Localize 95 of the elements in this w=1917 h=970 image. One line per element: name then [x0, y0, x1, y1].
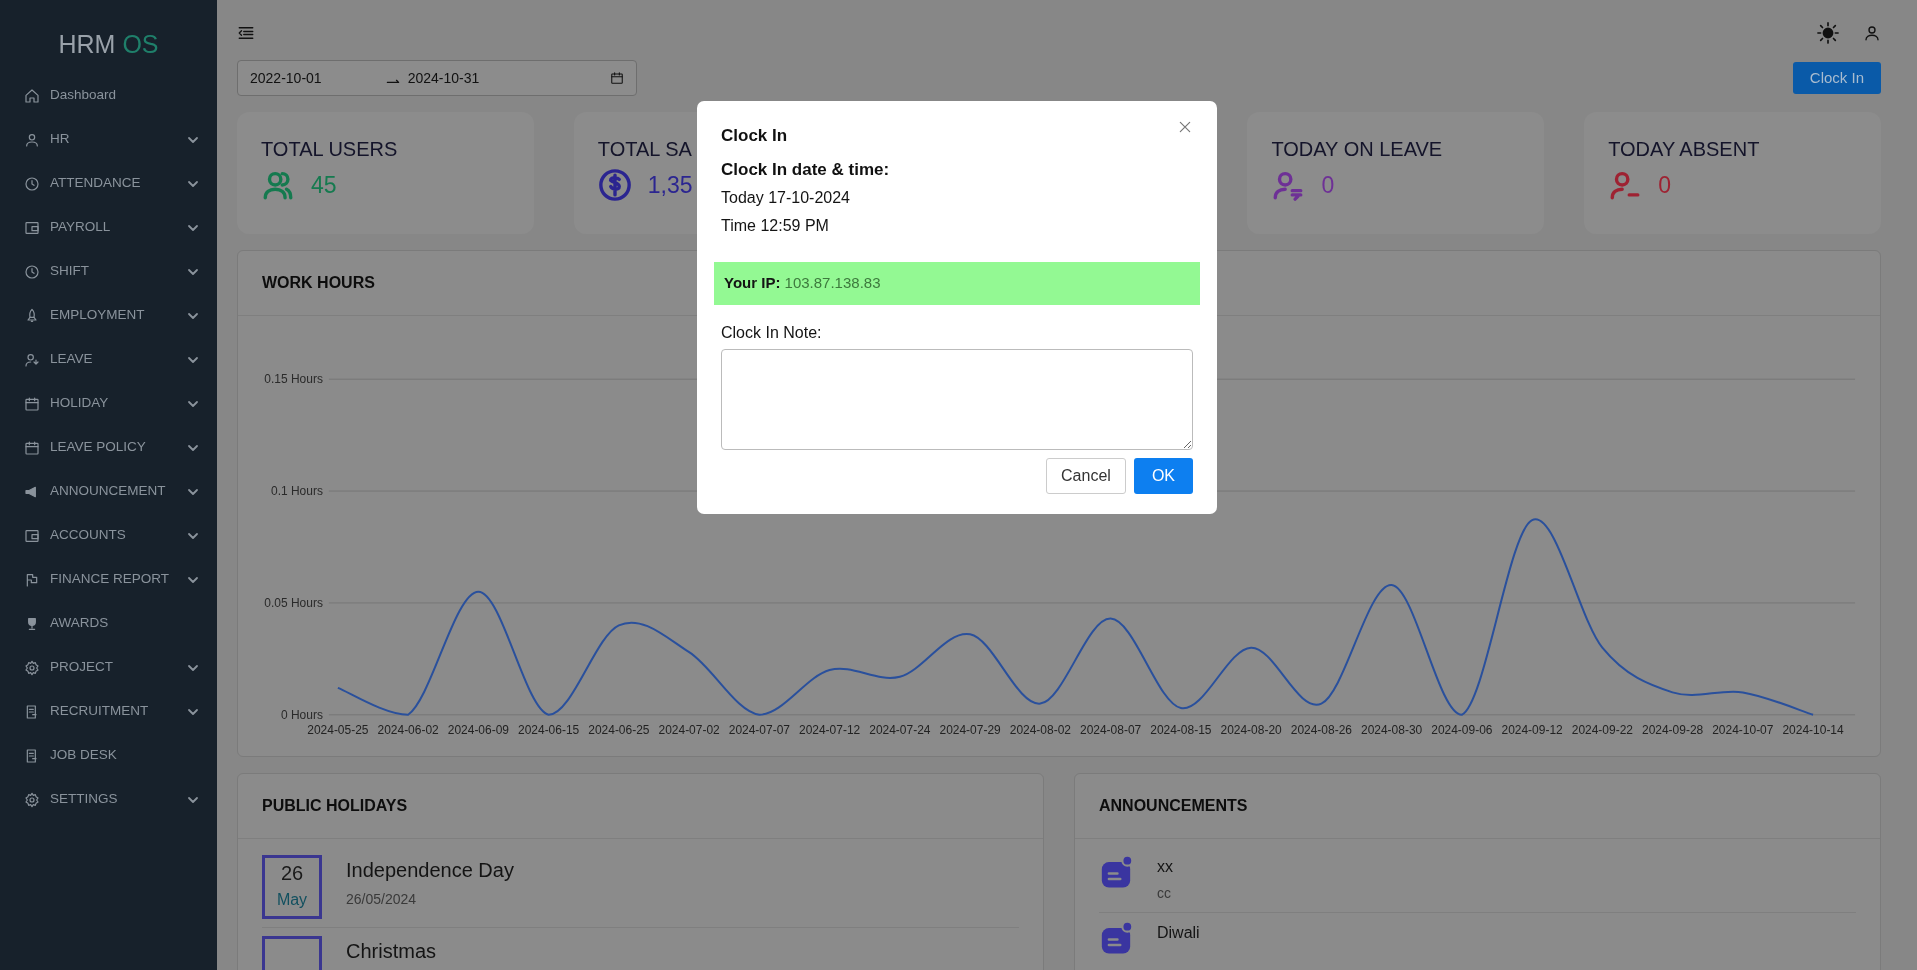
- axis-label: 2024-08-30: [1361, 722, 1423, 737]
- sidebar-item[interactable]: ANNOUNCEMENT: [0, 469, 217, 514]
- axis-label: 2024-08-07: [1080, 722, 1142, 737]
- clock-in-button[interactable]: Clock In: [1792, 61, 1881, 95]
- stat-value: 45: [311, 171, 337, 200]
- clock-in-time: Time 12:59 PM: [721, 216, 830, 236]
- sidebar-item[interactable]: SHIFT: [0, 249, 217, 294]
- dialog-title: Clock In: [721, 125, 788, 147]
- calendar-icon: [24, 439, 40, 456]
- calendar-icon: [610, 71, 624, 85]
- wallet-icon: [24, 527, 40, 544]
- logo-accent: OS: [122, 30, 159, 58]
- panel-title: ANNOUNCEMENTS: [1075, 774, 1880, 839]
- note-label: Clock In Note:: [721, 322, 823, 343]
- axis-label: 0.05 Hours: [264, 595, 323, 610]
- stat-title: TODAY ABSENT: [1608, 137, 1760, 162]
- axis-label: 2024-07-12: [799, 722, 861, 737]
- note-icon: [1099, 921, 1133, 955]
- axis-label: 2024-06-09: [447, 722, 509, 737]
- stat-value: 0: [1658, 171, 1671, 200]
- date-month: May: [275, 890, 309, 910]
- gear-icon: [24, 659, 40, 676]
- user-icon[interactable]: [1863, 24, 1881, 42]
- axis-label: 2024-08-20: [1220, 722, 1282, 737]
- axis-label: 2024-06-15: [518, 722, 580, 737]
- close-icon[interactable]: [1177, 119, 1193, 135]
- holiday-name: Independence Day: [346, 858, 514, 883]
- stat-value: 1,35: [647, 171, 693, 200]
- panel-title: PUBLIC HOLIDAYS: [238, 774, 1043, 839]
- ok-button[interactable]: OK: [1133, 457, 1193, 494]
- axis-label: 2024-10-14: [1782, 722, 1844, 737]
- announcement-text: cc: [1157, 884, 1172, 903]
- axis-label: 0.15 Hours: [264, 372, 323, 387]
- sidebar-item[interactable]: LEAVE: [0, 337, 217, 382]
- axis-label: 2024-08-15: [1150, 722, 1212, 737]
- axis-label: 2024-09-28: [1641, 722, 1704, 737]
- doc-icon: [24, 747, 40, 764]
- axis-label: 2024-06-02: [377, 722, 439, 737]
- person-icon: [24, 131, 40, 148]
- axis-label: 2024-09-12: [1501, 722, 1563, 737]
- date-day: 26: [265, 858, 319, 888]
- cancel-button[interactable]: Cancel: [1046, 457, 1126, 494]
- stat-value: 0: [1321, 171, 1335, 200]
- sidebar-item[interactable]: EMPLOYMENT: [0, 293, 217, 338]
- holiday-date: 26/05/2024: [346, 890, 418, 909]
- sidebar-item[interactable]: FINANCE REPORT: [0, 557, 217, 602]
- stat-title: TODAY ON LEAVE: [1271, 137, 1443, 162]
- sidebar-item[interactable]: HR: [0, 117, 217, 162]
- sidebar-item[interactable]: AWARDS: [0, 601, 217, 646]
- clock-icon: [24, 263, 40, 280]
- axis-label: 2024-09-06: [1431, 722, 1493, 737]
- sidebar-item[interactable]: JOB DESK: [0, 733, 217, 778]
- sidebar-item[interactable]: LEAVE POLICY: [0, 425, 217, 470]
- axis-label: 2024-07-29: [939, 722, 1001, 737]
- axis-label: 2024-05-25: [307, 722, 369, 737]
- dialog-heading: Clock In date & time:: [721, 158, 891, 181]
- sidebar-item[interactable]: SETTINGS: [0, 777, 217, 822]
- house-icon: [24, 87, 40, 104]
- axis-label: 0.1 Hours: [271, 484, 323, 499]
- axis-label: 2024-08-26: [1290, 722, 1352, 737]
- axis-label: 0 Hours: [280, 707, 323, 722]
- axis-label: 2024-06-25: [588, 722, 650, 737]
- holiday-name: Christmas: [346, 939, 436, 964]
- gear-icon: [24, 791, 40, 808]
- sidebar-item[interactable]: Dashboard: [0, 73, 217, 118]
- note-field[interactable]: [721, 348, 1193, 450]
- axis-label: 2024-07-24: [869, 722, 931, 737]
- doc-icon: [24, 703, 40, 720]
- announcement-title: Diwali: [1157, 923, 1200, 943]
- wallet-icon: [24, 219, 40, 236]
- axis-label: 2024-09-22: [1571, 722, 1633, 737]
- stat-title: TOTAL USERS: [261, 137, 398, 162]
- date-range-field[interactable]: 2022-10-01 2024-10-31: [237, 60, 637, 96]
- sidebar-item[interactable]: ATTENDANCE: [0, 161, 217, 206]
- stat-title: TOTAL SA: [597, 137, 692, 162]
- menu-icon[interactable]: [237, 24, 255, 42]
- ip-address: 103.87.138.83: [784, 274, 881, 291]
- sidebar-item[interactable]: RECRUITMENT: [0, 689, 217, 734]
- sidebar-item[interactable]: HOLIDAY: [0, 381, 217, 426]
- clock-icon: [24, 175, 40, 192]
- sun-icon[interactable]: [1817, 22, 1839, 44]
- announcement-title: xx: [1157, 857, 1173, 877]
- ip-label: Your IP:: [724, 274, 781, 291]
- note-icon: [1099, 855, 1133, 889]
- axis-label: 2024-07-02: [658, 722, 720, 737]
- sidebar-item[interactable]: PROJECT: [0, 645, 217, 690]
- sidebar-item[interactable]: PAYROLL: [0, 205, 217, 250]
- axis-label: 2024-08-02: [1009, 722, 1071, 737]
- calendar-icon: [24, 395, 40, 412]
- axis-label: 2024-07-07: [728, 722, 790, 737]
- flag-icon: [24, 571, 40, 588]
- axis-label: 2024-10-07: [1712, 722, 1774, 737]
- logo-text: HRM: [58, 30, 116, 58]
- clock-in-date: Today 17-10-2024: [721, 188, 851, 208]
- sidebar-item[interactable]: ACCOUNTS: [0, 513, 217, 558]
